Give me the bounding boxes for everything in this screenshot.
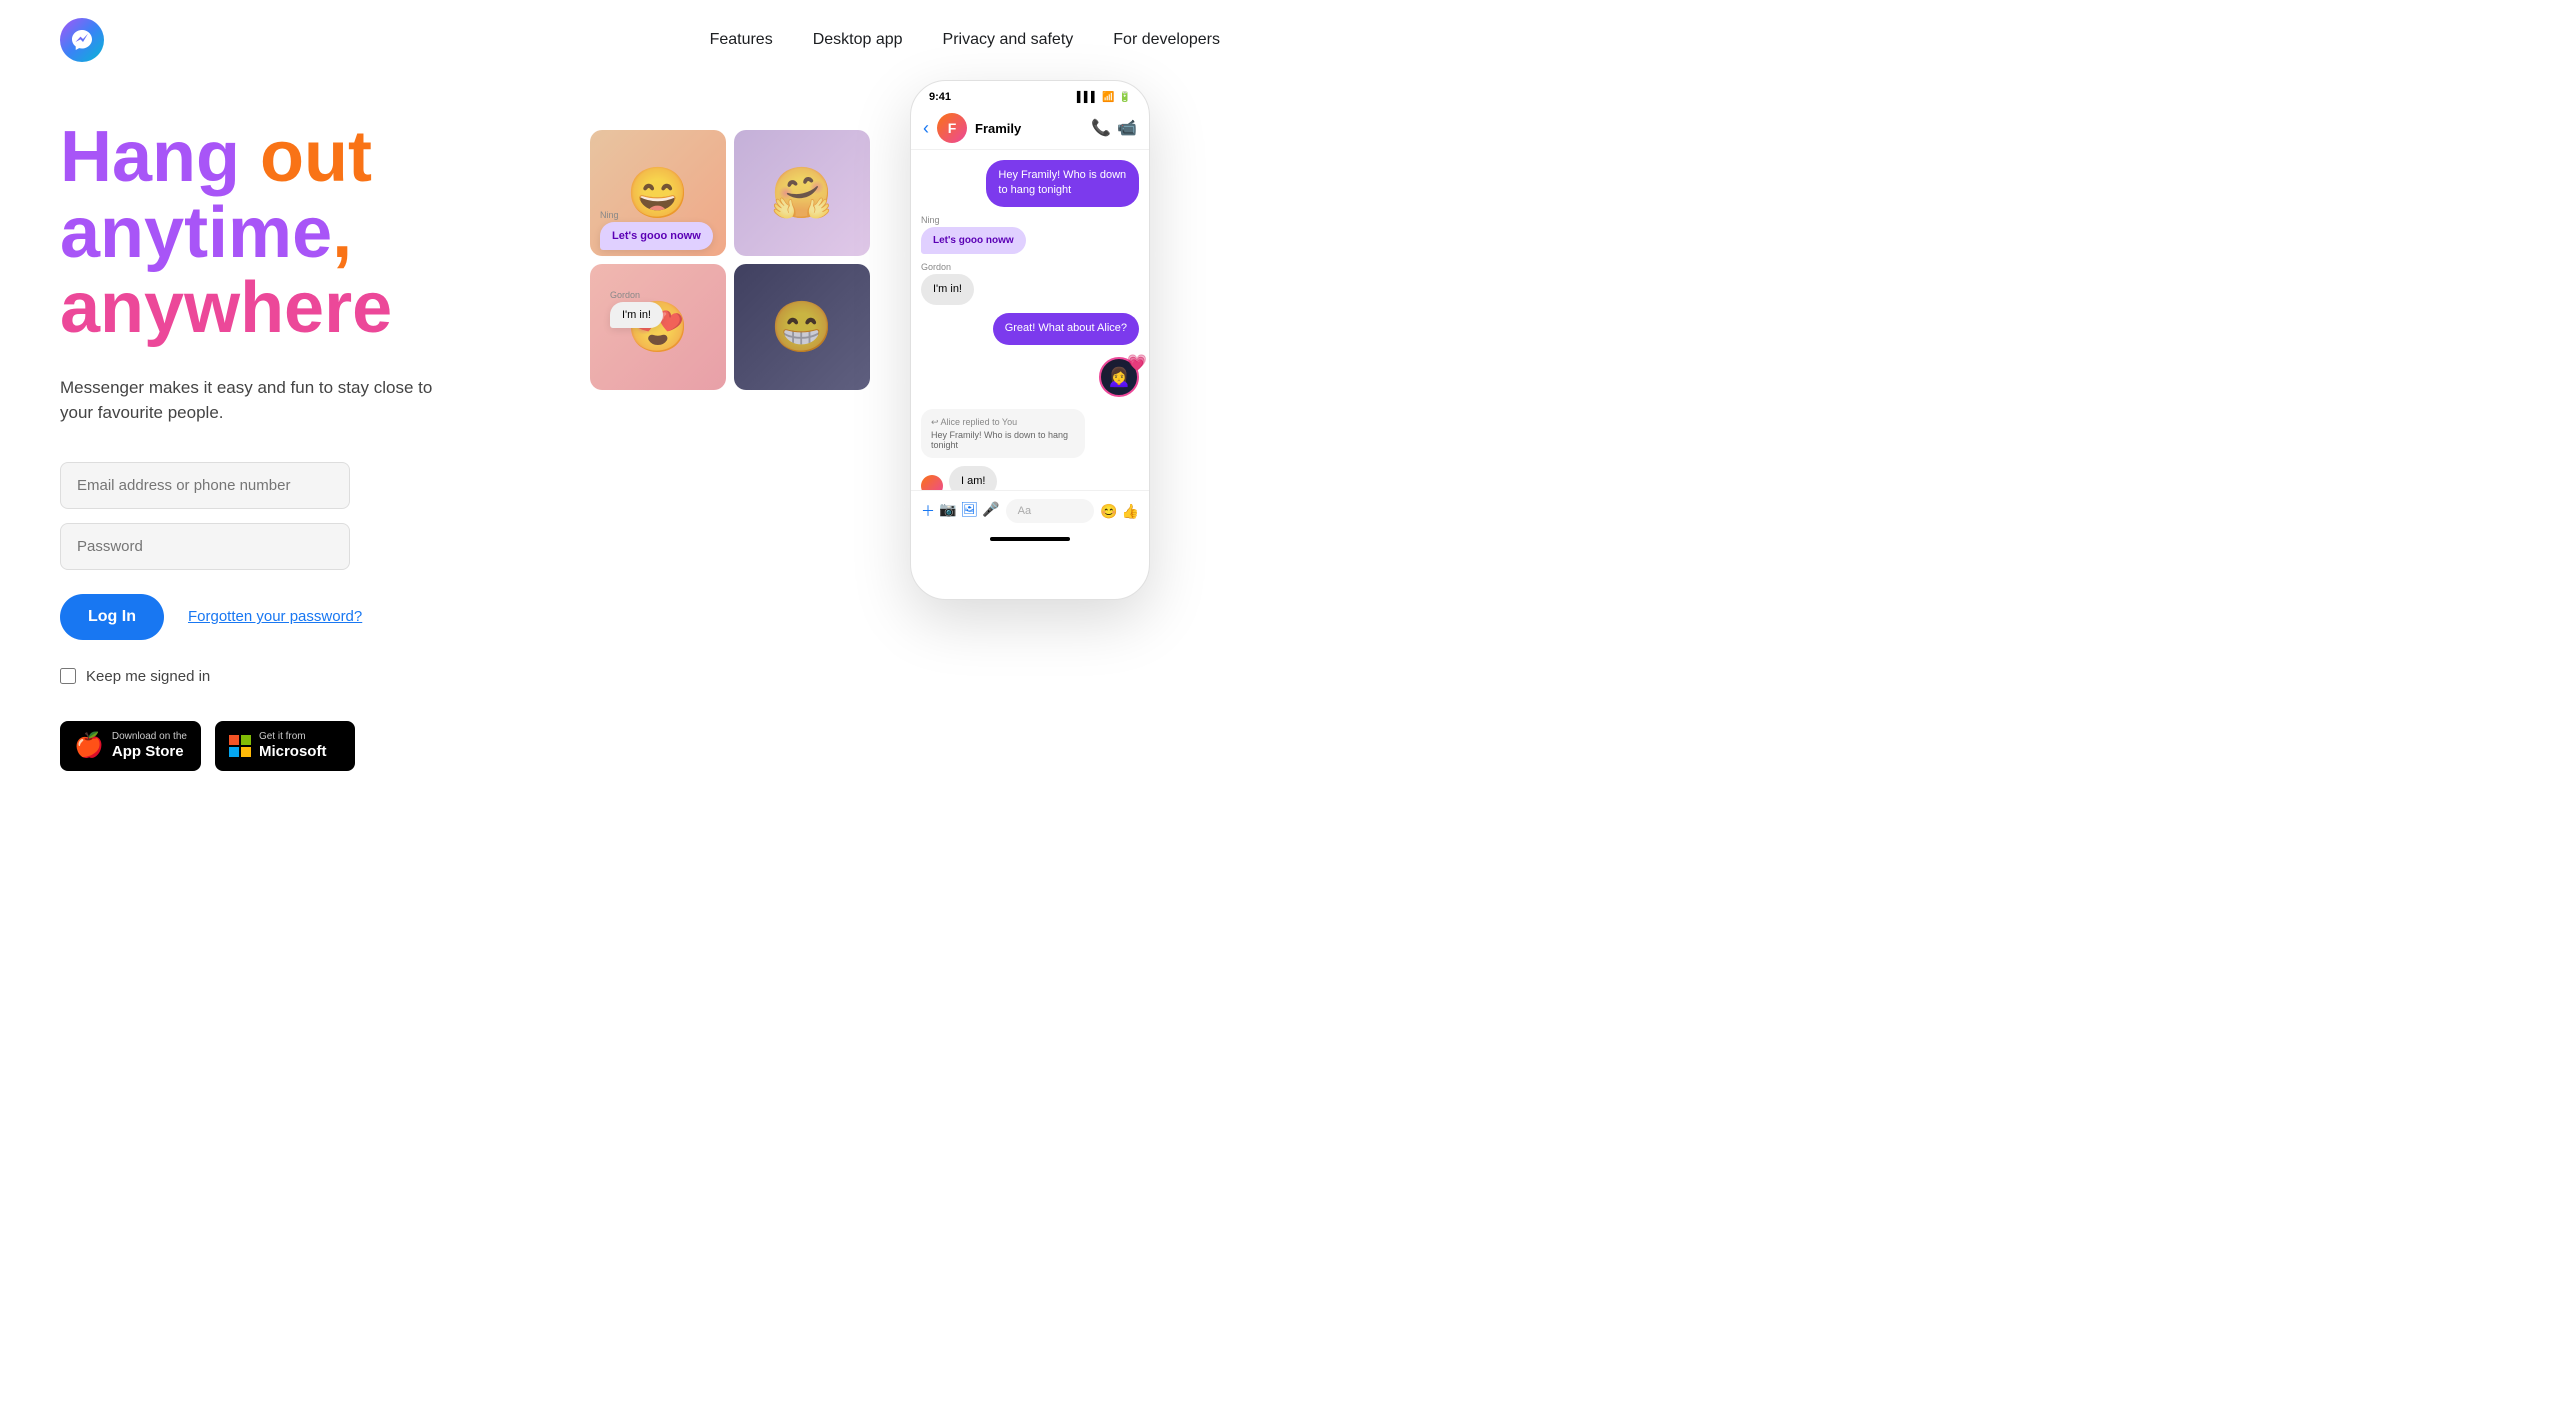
reply-ref-text: Hey Framily! Who is down to hang tonight (931, 430, 1075, 450)
apple-store-big-text: App Store (112, 743, 187, 761)
status-icons: ▌▌▌ 📶 🔋 (1077, 92, 1131, 103)
navigation: Features Desktop app Privacy and safety … (0, 0, 1280, 80)
microsoft-icon (229, 735, 251, 757)
phone-frame: 9:41 ▌▌▌ 📶 🔋 ‹ F Framily 📞 📹 (910, 80, 1150, 600)
apple-icon: 🍎 (74, 731, 104, 760)
back-button[interactable]: ‹ (923, 118, 929, 139)
apple-store-small-text: Download on the (112, 731, 187, 743)
battery-icon: 🔋 (1119, 92, 1131, 103)
hero-anywhere: anywhere (60, 268, 392, 348)
msg-label-ning: Ning (921, 215, 940, 225)
video-cell-4 (734, 264, 870, 390)
right-panel: Ning Let's gooo noww Gordon I'm in! 9:41… (540, 80, 1220, 660)
status-time: 9:41 (929, 91, 951, 103)
video-cell-2 (734, 130, 870, 256)
photo-icon[interactable]: 🖼 (960, 501, 978, 521)
login-form (60, 462, 540, 570)
wifi-icon: 📶 (1102, 92, 1114, 103)
home-indicator (990, 537, 1070, 541)
logo[interactable] (60, 18, 104, 62)
nav-privacy[interactable]: Privacy and safety (943, 31, 1074, 49)
message-input[interactable]: Aa (1006, 499, 1094, 523)
group-avatar: F (937, 113, 967, 143)
nav-features[interactable]: Features (710, 31, 773, 49)
chat-bubble-gordon: Gordon I'm in! (610, 290, 663, 328)
forgot-password-link[interactable]: Forgotten your password? (188, 608, 362, 625)
msg-bubble-gordon: I'm in! (921, 274, 974, 305)
login-button[interactable]: Log In (60, 594, 164, 640)
hero-hang: Hang (60, 117, 260, 197)
call-icons: 📞 📹 (1091, 118, 1137, 138)
microsoft-store-button[interactable]: Get it from Microsoft (215, 721, 355, 771)
plus-icon[interactable]: ＋ (921, 501, 935, 521)
phone-input-bar: ＋ 📷 🖼 🎤 Aa 😊 👍 (911, 490, 1149, 531)
message-reply: ↩ Alice replied to You Hey Framily! Who … (921, 409, 1139, 458)
microsoft-store-small-text: Get it from (259, 731, 327, 743)
keep-signed-row: Keep me signed in (60, 668, 540, 685)
microsoft-store-big-text: Microsoft (259, 743, 327, 761)
keep-signed-label[interactable]: Keep me signed in (86, 668, 210, 685)
alice-avatar-row: 🙍‍♀️ 💗 (921, 357, 1139, 397)
like-icon[interactable]: 👍 (1122, 503, 1139, 520)
msg-bubble-1: Hey Framily! Who is down to hang tonight (986, 160, 1139, 207)
emoji-icon[interactable]: 😊 (1100, 503, 1117, 520)
nav-developers[interactable]: For developers (1113, 31, 1220, 49)
email-input[interactable] (60, 462, 350, 509)
signal-icon: ▌▌▌ (1077, 92, 1098, 103)
phone-call-icon[interactable]: 📞 (1091, 118, 1111, 138)
app-buttons: 🍎 Download on the App Store Get it from … (60, 721, 540, 771)
phone-header: ‹ F Framily 📞 📹 (911, 107, 1149, 150)
msg-bubble-2: Great! What about Alice? (993, 313, 1139, 344)
group-name: Framily (975, 121, 1083, 136)
message-3: Gordon I'm in! (921, 262, 1139, 305)
msg-label-gordon: Gordon (921, 262, 951, 272)
camera-icon[interactable]: 📷 (939, 501, 956, 521)
video-call-grid (590, 130, 870, 390)
reply-label: ↩ Alice replied to You (931, 417, 1075, 428)
message-2: Ning Let's gooo noww (921, 215, 1139, 254)
message-4: Great! What about Alice? (921, 313, 1139, 344)
hero-out: out (260, 117, 372, 197)
reply-bubble: ↩ Alice replied to You Hey Framily! Who … (921, 409, 1085, 458)
hero-anytime: anytime, (60, 193, 352, 273)
input-right-icons: 😊 👍 (1100, 503, 1139, 520)
status-bar: 9:41 ▌▌▌ 📶 🔋 (911, 81, 1149, 107)
phone-mockup-area: Ning Let's gooo noww Gordon I'm in! 9:41… (590, 80, 1170, 660)
msg-bubble-iam: I am! (949, 466, 997, 490)
hero-title: Hang out anytime, anywhere (60, 120, 540, 347)
nav-desktop[interactable]: Desktop app (813, 31, 903, 49)
message-iam: I am! (921, 466, 1139, 490)
apple-store-button[interactable]: 🍎 Download on the App Store (60, 721, 201, 771)
messages-area: Hey Framily! Who is down to hang tonight… (911, 150, 1149, 490)
hero-subtitle: Messenger makes it easy and fun to stay … (60, 375, 460, 426)
password-input[interactable] (60, 523, 350, 570)
form-actions: Log In Forgotten your password? (60, 594, 540, 640)
left-panel: Hang out anytime, anywhere Messenger mak… (60, 100, 540, 771)
input-left-icons: ＋ 📷 🖼 🎤 (921, 501, 1000, 521)
keep-signed-checkbox[interactable] (60, 668, 76, 684)
sender-avatar (921, 475, 943, 490)
message-1: Hey Framily! Who is down to hang tonight (921, 160, 1139, 207)
chat-bubble-ning: Ning Let's gooo noww (600, 210, 713, 250)
mic-icon[interactable]: 🎤 (982, 501, 999, 521)
video-call-icon[interactable]: 📹 (1117, 118, 1137, 138)
messenger-icon (60, 18, 104, 62)
main-content: Hang out anytime, anywhere Messenger mak… (0, 100, 1280, 771)
nav-links: Features Desktop app Privacy and safety … (710, 31, 1220, 49)
